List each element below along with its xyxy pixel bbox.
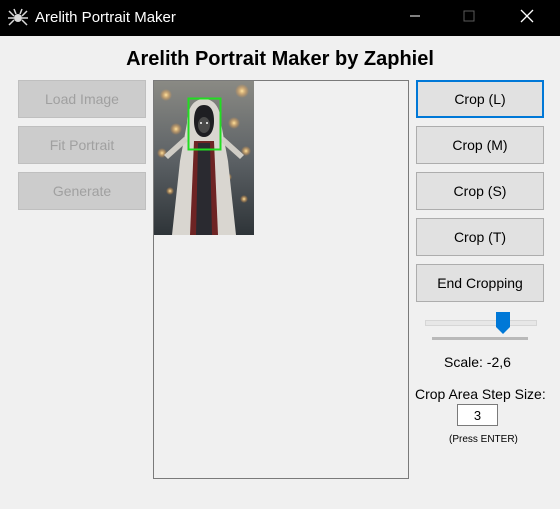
step-size-input[interactable]: [457, 404, 498, 426]
generate-button[interactable]: Generate: [18, 172, 146, 210]
window-titlebar: Arelith Portrait Maker: [0, 0, 560, 36]
close-button[interactable]: [504, 0, 550, 36]
scale-slider-track[interactable]: [425, 320, 537, 326]
load-image-button[interactable]: Load Image: [18, 80, 146, 118]
maximize-button[interactable]: [446, 0, 492, 36]
crop-medium-button[interactable]: Crop (M): [416, 126, 544, 164]
scale-slider-tick-bar: [432, 337, 528, 340]
app-heading: Arelith Portrait Maker by Zaphiel: [126, 48, 434, 70]
window-title: Arelith Portrait Maker: [35, 9, 176, 26]
minimize-button[interactable]: [392, 0, 438, 36]
scale-slider-thumb[interactable]: [496, 312, 510, 334]
minimize-icon: [409, 9, 421, 27]
press-enter-hint: (Press ENTER): [449, 434, 518, 445]
end-cropping-button[interactable]: End Cropping: [416, 264, 544, 302]
portrait-preview-panel[interactable]: [153, 80, 409, 479]
crop-tiny-button[interactable]: Crop (T): [416, 218, 544, 256]
close-icon: [520, 9, 534, 28]
scale-label: Scale: -2,6: [444, 354, 511, 370]
crop-small-button[interactable]: Crop (S): [416, 172, 544, 210]
spider-emblem-icon: [8, 8, 28, 28]
fit-portrait-button[interactable]: Fit Portrait: [18, 126, 146, 164]
portrait-image[interactable]: [154, 81, 254, 235]
maximize-icon: [463, 9, 475, 27]
step-size-label: Crop Area Step Size:: [415, 386, 546, 402]
crop-large-button[interactable]: Crop (L): [416, 80, 544, 118]
